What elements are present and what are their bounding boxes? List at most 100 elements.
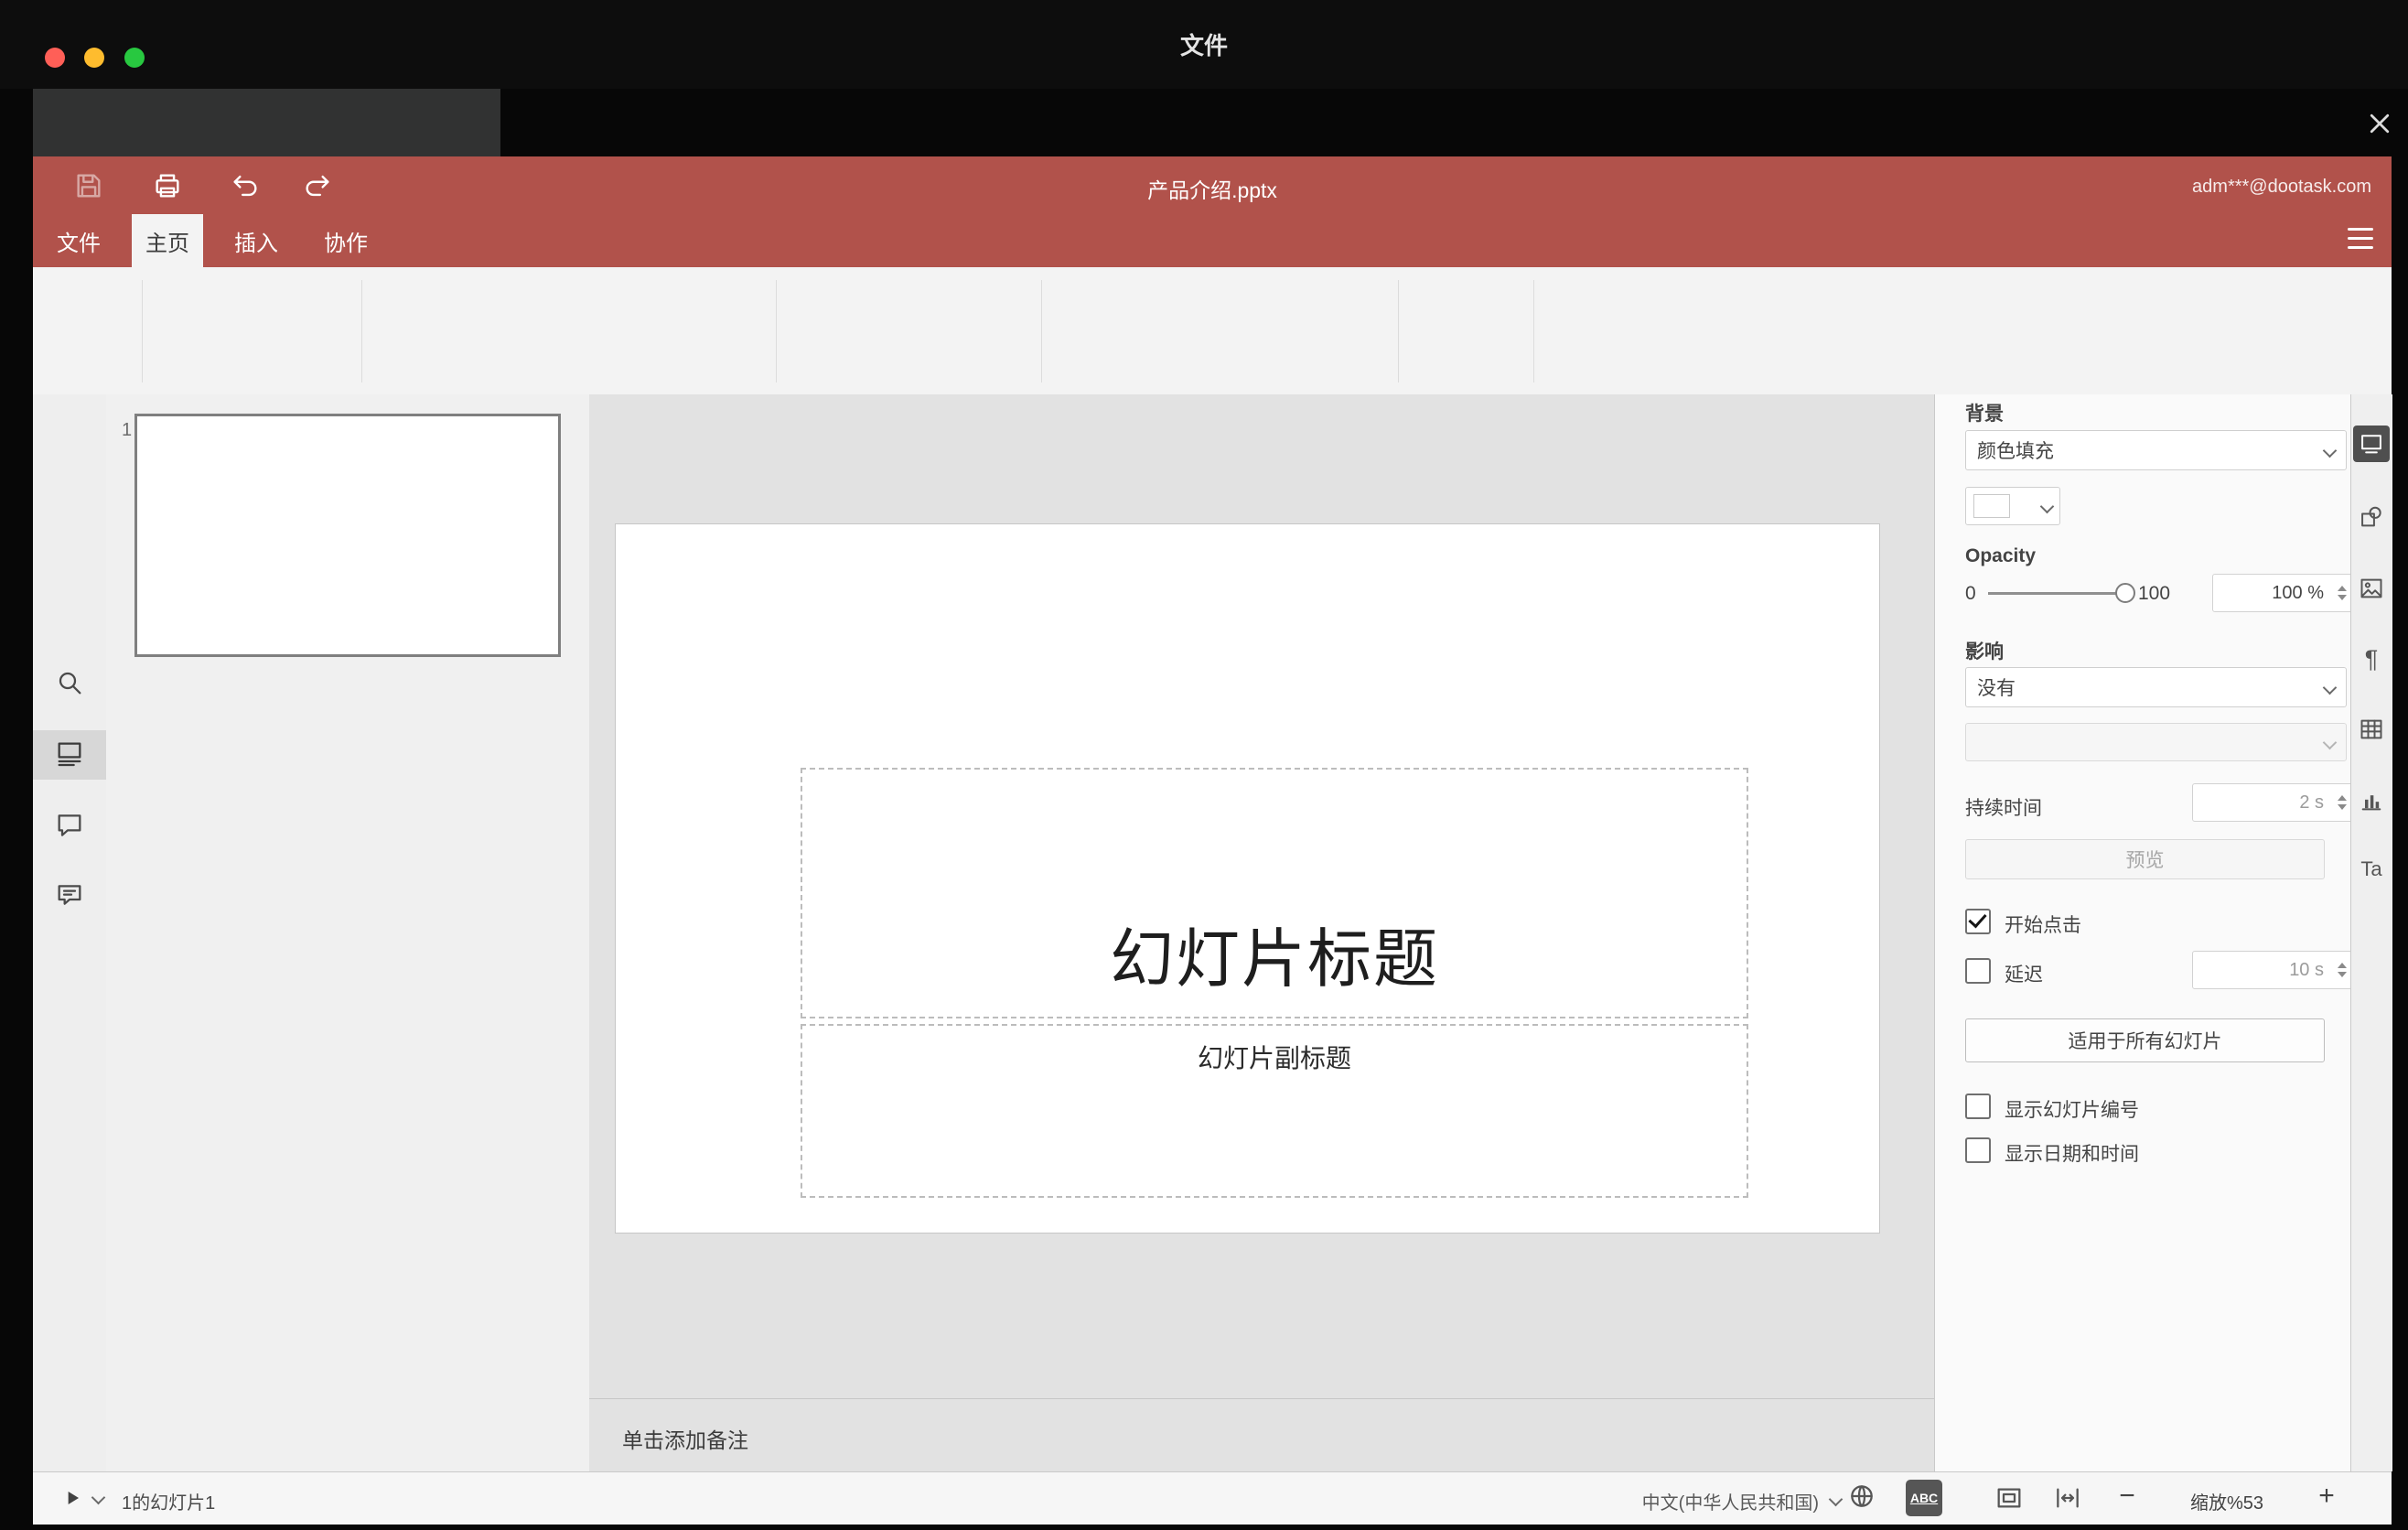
chart-icon <box>2361 795 2381 811</box>
start-slideshow-status-button[interactable] <box>57 1482 88 1514</box>
effect-select[interactable]: 没有 <box>1965 667 2347 707</box>
window-title: 文件 <box>1179 32 1228 59</box>
delay-checkbox[interactable] <box>1965 958 1991 984</box>
shape-settings-icon <box>2361 506 2381 527</box>
color-swatch <box>1973 494 2010 518</box>
tab-label: 主页 <box>145 231 189 256</box>
paragraph-settings-tab[interactable]: ¶ <box>2358 645 2385 673</box>
delay-label: 延迟 <box>2005 964 2043 986</box>
delay-input-disabled: 10 s <box>2192 951 2354 989</box>
show-slide-number-checkbox[interactable] <box>1965 1094 1991 1119</box>
fit-width-icon <box>2057 1488 2079 1508</box>
background-app-remnant <box>33 89 500 156</box>
slide-settings-tab-active[interactable] <box>2353 426 2390 462</box>
table-settings-tab[interactable] <box>2358 716 2385 743</box>
app-header: 产品介绍.pptx adm***@dootask.com 文件 主页 插入 协作 <box>33 156 2392 267</box>
tab-home[interactable]: 主页 <box>132 214 203 267</box>
notes-area[interactable]: 单击添加备注 <box>589 1398 1934 1472</box>
spinner[interactable] <box>2338 586 2347 600</box>
status-bar: 1的幻灯片1 中文(中华人民共和国) ABC − 缩放%53 + <box>33 1471 2392 1525</box>
tab-collaboration[interactable]: 协作 <box>313 214 379 267</box>
opacity-max: 100 <box>2138 583 2171 604</box>
duration-label: 持续时间 <box>1965 798 2042 819</box>
tab-label: 插入 <box>234 231 278 256</box>
opacity-slider-track[interactable] <box>1988 592 2127 595</box>
show-date-time-checkbox[interactable] <box>1965 1137 1991 1163</box>
spellcheck-toggle[interactable]: ABC <box>1906 1480 1942 1516</box>
preview-button-disabled: 预览 <box>1965 839 2325 879</box>
opacity-min: 0 <box>1965 583 1976 604</box>
chart-settings-tab[interactable] <box>2358 787 2385 814</box>
comments-button[interactable] <box>55 811 86 842</box>
close-icon <box>2370 113 2390 134</box>
left-sidebar <box>33 394 107 1471</box>
right-sidebar: ¶ Ta <box>2350 394 2392 1471</box>
tab-insert[interactable]: 插入 <box>223 214 289 267</box>
show-slide-number-label: 显示幻灯片编号 <box>2005 1100 2139 1121</box>
fit-slide-icon <box>1997 1488 2021 1508</box>
image-settings-icon <box>2360 578 2382 598</box>
chevron-down-icon <box>1828 1492 1844 1507</box>
tab-label: 文件 <box>57 231 101 256</box>
slides-panel-button[interactable] <box>55 739 86 770</box>
zoom-out-button[interactable]: − <box>2112 1481 2143 1512</box>
hamburger-icon <box>2348 228 2373 231</box>
spinner <box>2338 795 2347 810</box>
chat-icon <box>58 885 81 905</box>
opacity-value-input[interactable]: 100 % <box>2212 574 2354 612</box>
slide-canvas[interactable]: 幻灯片标题 幻灯片副标题 <box>616 524 1879 1233</box>
zoom-in-button[interactable]: + <box>2311 1481 2342 1512</box>
slide-number: 1 <box>122 420 133 440</box>
table-icon <box>2360 719 2382 739</box>
play-icon <box>68 1491 80 1505</box>
subtitle-placeholder[interactable]: 幻灯片副标题 <box>801 1024 1748 1198</box>
globe-icon <box>1851 1485 1873 1507</box>
close-button[interactable] <box>2364 108 2395 139</box>
start-on-click-label: 开始点击 <box>2005 915 2081 936</box>
image-settings-tab[interactable] <box>2358 575 2385 602</box>
opacity-slider-knob[interactable] <box>2115 583 2135 603</box>
editor-canvas[interactable]: 幻灯片标题 幻灯片副标题 <box>589 394 1934 1398</box>
apply-to-all-slides-button[interactable]: 适用于所有幻灯片 <box>1965 1018 2325 1062</box>
slide-thumbnails-panel: 1 <box>106 394 590 1471</box>
text-art-icon: Ta <box>2360 857 2382 880</box>
background-label: 背景 <box>1965 404 2004 425</box>
slide-settings-panel: 背景 颜色填充 Opacity 0 100 100 % 影响 没有 持续时间 2… <box>1934 394 2354 1471</box>
text-art-settings-tab[interactable]: Ta <box>2358 856 2385 883</box>
spellcheck-icon: ABC <box>1909 1491 1939 1505</box>
show-date-time-label: 显示日期和时间 <box>2005 1144 2139 1165</box>
background-fill-select[interactable]: 颜色填充 <box>1965 430 2347 470</box>
effect-type-select-disabled <box>1965 723 2347 761</box>
fit-to-width-button[interactable] <box>2052 1482 2083 1514</box>
tab-label: 协作 <box>324 231 368 256</box>
menu-button[interactable] <box>2348 228 2373 249</box>
feedback-button[interactable] <box>55 881 86 912</box>
search-button[interactable] <box>55 668 86 699</box>
notes-placeholder: 单击添加备注 <box>622 1428 748 1452</box>
comment-icon <box>58 814 81 836</box>
slide-thumbnail-1[interactable] <box>134 414 561 657</box>
effect-label: 影响 <box>1965 641 2004 663</box>
title-placeholder[interactable]: 幻灯片标题 <box>801 768 1748 1018</box>
account-email: adm***@dootask.com <box>2192 177 2371 197</box>
spinner <box>2338 963 2347 977</box>
duration-input-disabled: 2 s <box>2192 783 2354 822</box>
zoom-level[interactable]: 缩放%53 <box>2165 1488 2289 1514</box>
home-toolbar: 添加幻灯片 A A Aa B I U S A² <box>33 267 2392 490</box>
macos-titlebar: 文件 <box>0 0 2408 89</box>
language-selector[interactable]: 中文(中华人民共和国) <box>1642 1488 1819 1514</box>
fit-to-slide-button[interactable] <box>1994 1482 2025 1514</box>
tab-file[interactable]: 文件 <box>46 214 112 267</box>
document-language-button[interactable] <box>1846 1481 1877 1512</box>
chevron-down-icon <box>2322 680 2338 695</box>
chevron-down-icon <box>91 1490 106 1505</box>
slide-settings-icon <box>2361 435 2381 454</box>
chevron-down-icon <box>2322 735 2338 749</box>
background-color-swatch-select[interactable] <box>1965 487 2060 525</box>
chevron-down-icon <box>2322 443 2338 458</box>
slides-icon <box>58 742 81 767</box>
opacity-label: Opacity <box>1965 545 2037 566</box>
chevron-down-icon <box>2039 499 2055 513</box>
shape-settings-tab[interactable] <box>2358 503 2385 531</box>
start-on-click-checkbox[interactable] <box>1965 909 1991 934</box>
